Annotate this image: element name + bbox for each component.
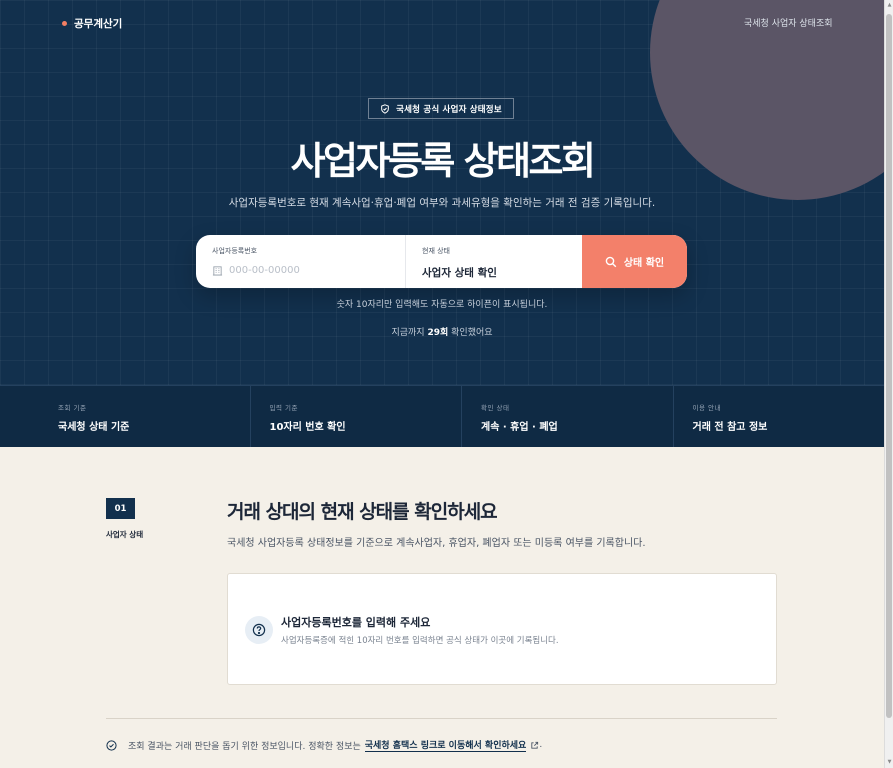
- badge-label: 국세청 공식 사업자 상태정보: [396, 104, 502, 115]
- info-item-lookup-basis: 조회 기준 국세청 상태 기준: [0, 386, 251, 447]
- building-icon: [212, 266, 223, 276]
- brand-logo[interactable]: 공무계산기: [62, 16, 122, 31]
- footnote-end: .: [539, 740, 543, 750]
- section-divider: [106, 718, 777, 719]
- footnote-text: 조회 결과는 거래 판단을 돕기 위한 정보입니다. 정확한 정보는: [128, 741, 361, 752]
- footnote: 조회 결과는 거래 판단을 돕기 위한 정보입니다. 정확한 정보는 국세청 홈…: [106, 738, 542, 752]
- page-subtitle: 사업자등록번호로 현재 계속사업·휴업·폐업 여부와 과세유형을 확인하는 거래…: [228, 197, 656, 209]
- info-label: 조회 기준: [58, 404, 87, 412]
- business-number-field: 사업자등록번호: [196, 235, 405, 288]
- scrollbar-thumb[interactable]: [886, 14, 892, 718]
- business-number-input[interactable]: [229, 265, 399, 276]
- section-description: 국세청 사업자등록 상태정보를 기준으로 계속사업자, 휴업자, 폐업자 또는 …: [227, 538, 646, 549]
- section-title: 거래 상대의 현재 상태를 확인하세요: [227, 501, 498, 523]
- info-value: 10자리 번호 확인: [269, 422, 346, 433]
- hometax-link[interactable]: 국세청 홈택스 링크로 이동해서 확인하세요: [364, 738, 527, 752]
- check-status-button[interactable]: 상태 확인: [582, 235, 687, 288]
- counter-prefix: 지금까지: [391, 328, 425, 338]
- business-number-label: 사업자등록번호: [212, 247, 258, 255]
- official-badge: 국세청 공식 사업자 상태정보: [368, 98, 514, 119]
- external-link-icon[interactable]: [530, 741, 539, 750]
- current-status-value: 사업자 상태 확인: [422, 267, 497, 279]
- input-hint: 숫자 10자리만 입력해도 자동으로 하이픈이 표시됩니다.: [336, 300, 548, 310]
- search-icon: [605, 256, 617, 267]
- shield-icon: [381, 103, 389, 114]
- scroll-down-icon[interactable]: ▼: [886, 759, 893, 766]
- scrollbar[interactable]: ▲ ▼: [884, 0, 893, 768]
- current-status-field: 현재 상태 사업자 상태 확인: [405, 235, 582, 288]
- info-label: 이용 안내: [692, 404, 721, 412]
- scroll-up-icon[interactable]: ▲: [886, 2, 893, 9]
- info-item-usage-guide: 이용 안내 거래 전 참고 정보: [674, 386, 885, 447]
- hero-section: 공무계산기 국세청 사업자 상태조회 국세청 공식 사업자 상태정보 사업자등록…: [0, 0, 884, 447]
- question-icon: [245, 616, 273, 644]
- info-value: 거래 전 참고 정보: [692, 422, 768, 433]
- info-item-check-status: 확인 상태 계속 · 휴업 · 폐업: [462, 386, 674, 447]
- page-title: 사업자등록 상태조회: [290, 139, 596, 183]
- step-label: 사업자 상태: [106, 530, 144, 539]
- info-label: 확인 상태: [481, 404, 510, 412]
- current-status-label: 현재 상태: [422, 247, 450, 255]
- nav-link-status-lookup[interactable]: 국세청 사업자 상태조회: [744, 16, 833, 29]
- search-card: 사업자등록번호 현재 상태 사업자 상태 확인 상태 확인: [196, 235, 687, 288]
- counter-suffix: 확인했어요: [451, 328, 493, 338]
- info-value: 계속 · 휴업 · 폐업: [481, 422, 558, 433]
- check-status-button-label: 상태 확인: [623, 258, 665, 269]
- check-circle-icon: [106, 739, 117, 751]
- info-value: 국세청 상태 기준: [58, 422, 130, 433]
- result-description: 사업자등록증에 적힌 10자리 번호를 입력하면 공식 상태가 이곳에 기록됩니…: [281, 636, 559, 646]
- info-label: 입력 기준: [269, 404, 298, 412]
- lookup-counter: 지금까지 29회 확인했어요: [0, 325, 884, 338]
- info-item-input-basis: 입력 기준 10자리 번호 확인: [251, 386, 462, 447]
- step-number-badge: 01: [106, 498, 135, 519]
- brand-dot-icon: [62, 21, 67, 26]
- info-bar: 조회 기준 국세청 상태 기준 입력 기준 10자리 번호 확인 확인 상태 계…: [0, 385, 884, 447]
- result-card: 사업자등록번호를 입력해 주세요 사업자등록증에 적힌 10자리 번호를 입력하…: [227, 573, 777, 685]
- counter-value: 29회: [427, 328, 449, 338]
- brand-name: 공무계산기: [74, 18, 123, 30]
- result-title: 사업자등록번호를 입력해 주세요: [281, 616, 431, 629]
